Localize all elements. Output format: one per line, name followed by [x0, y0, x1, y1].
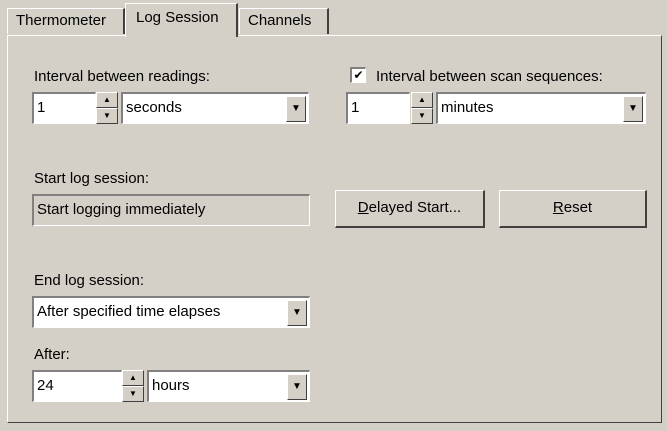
after-spin-down-icon[interactable]: ▼: [122, 386, 144, 402]
tab-channels[interactable]: Channels: [239, 8, 329, 34]
delayed-start-mnemonic: D: [357, 199, 369, 216]
after-input[interactable]: 24: [32, 370, 122, 402]
tab-log-session-label: Log Session: [136, 9, 219, 26]
delayed-start-label: elayed Start...: [368, 199, 462, 216]
end-session-label: End log session:: [34, 272, 145, 289]
after-unit-select[interactable]: hours ▼: [147, 370, 310, 402]
tab-channels-label: Channels: [248, 12, 312, 29]
interval-scan-unit-dropdown-icon[interactable]: ▼: [623, 96, 643, 122]
interval-readings-unit-value: seconds: [126, 99, 182, 116]
interval-readings-spinner: ▲ ▼: [96, 92, 118, 124]
log-session-panel: Interval between readings: 1 ▲ ▼ seconds…: [7, 35, 662, 423]
interval-scan-checkbox[interactable]: ✔: [350, 67, 366, 83]
start-session-value: Start logging immediately: [32, 194, 310, 226]
interval-scan-label: Interval between scan sequences:: [376, 68, 603, 85]
interval-scan-unit-value: minutes: [441, 99, 494, 116]
interval-scan-spin-down-icon[interactable]: ▼: [411, 108, 433, 124]
reset-button[interactable]: Reset: [499, 190, 647, 228]
after-spin-up-icon[interactable]: ▲: [122, 370, 144, 386]
tab-log-session[interactable]: Log Session: [125, 3, 238, 37]
after-unit-value: hours: [152, 377, 190, 394]
after-spinner: ▲ ▼: [122, 370, 144, 402]
interval-scan-spinner: ▲ ▼: [411, 92, 433, 124]
interval-readings-label: Interval between readings:: [34, 68, 210, 85]
after-unit-dropdown-icon[interactable]: ▼: [287, 374, 307, 400]
after-label: After:: [34, 346, 70, 363]
start-session-label: Start log session:: [34, 170, 150, 187]
end-session-value: After specified time elapses: [37, 303, 221, 320]
end-session-select[interactable]: After specified time elapses ▼: [32, 296, 310, 328]
interval-readings-unit-dropdown-icon[interactable]: ▼: [286, 96, 306, 122]
interval-scan-spin-up-icon[interactable]: ▲: [411, 92, 433, 108]
tab-thermometer[interactable]: Thermometer: [7, 8, 125, 34]
interval-scan-input[interactable]: 1: [346, 92, 410, 124]
interval-readings-spin-up-icon[interactable]: ▲: [96, 92, 118, 108]
interval-readings-unit-select[interactable]: seconds ▼: [121, 92, 309, 124]
tab-thermometer-label: Thermometer: [16, 12, 107, 29]
reset-mnemonic: R: [552, 199, 564, 216]
end-session-dropdown-icon[interactable]: ▼: [287, 300, 307, 326]
reset-label: eset: [563, 199, 593, 216]
interval-readings-input[interactable]: 1: [32, 92, 96, 124]
tab-bar: Thermometer Log Session Channels: [0, 0, 667, 38]
delayed-start-button[interactable]: Delayed Start...: [335, 190, 485, 228]
interval-readings-spin-down-icon[interactable]: ▼: [96, 108, 118, 124]
interval-scan-unit-select[interactable]: minutes ▼: [436, 92, 646, 124]
